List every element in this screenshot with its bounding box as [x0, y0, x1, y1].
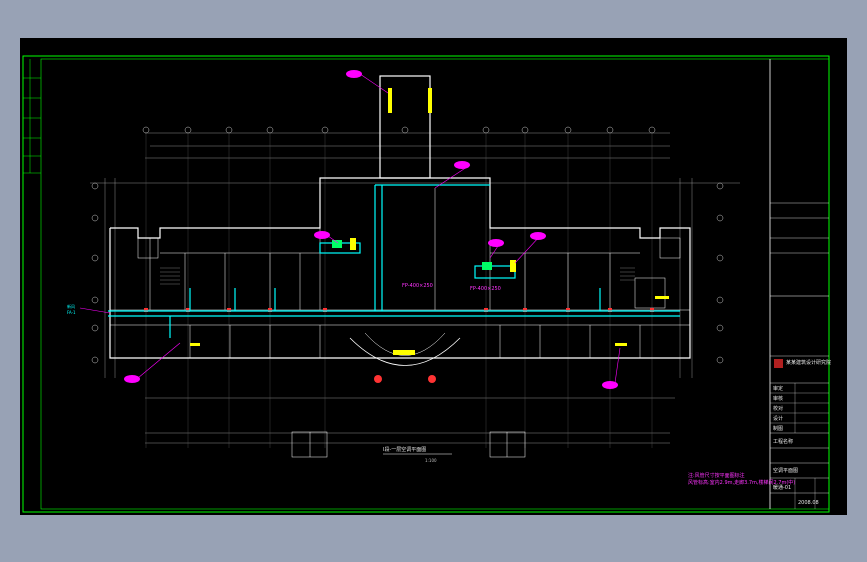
drawing-scale: 1:100: [425, 458, 437, 463]
stairs: [160, 267, 635, 285]
company-name: 某某建筑设计研究院: [786, 359, 831, 366]
drawing-title: Ⅰ段-一层空调平面图: [383, 446, 426, 453]
tb-row-3: 校对: [773, 405, 783, 412]
annotation-tags: [124, 70, 618, 389]
duct-size-label-2: FP-400×250: [470, 286, 501, 292]
drawing-title-stamp: Ⅰ段-一层空调平面图 1:100: [383, 446, 452, 463]
bottom-notes: 注:风管尺寸按平面图标注 风管标高:室内2.9m,走廊3.7m,楼梯间2.7m(…: [688, 472, 795, 486]
tb-row-1: 审定: [773, 385, 783, 392]
fresh-air-tag-2: FA-1: [67, 310, 76, 315]
cad-drawing: 某某建筑设计研究院 工程名称 空调平面图 暖通-01 2008.08 审定 审核…: [22, 55, 831, 513]
company-logo: [774, 359, 783, 368]
bottom-note-2: 风管标高:室内2.9m,走廊3.7m,楼梯间2.7m(中): [688, 479, 795, 486]
building-walls: [109, 75, 691, 366]
project-label: 工程名称: [773, 438, 793, 445]
tb-row-4: 设计: [773, 415, 783, 422]
grid-axes: [91, 126, 724, 364]
title-block: 某某建筑设计研究院 工程名称 空调平面图 暖通-01 2008.08 审定 审核…: [769, 59, 831, 509]
bottom-note-1: 注:风管尺寸按平面图标注: [688, 472, 745, 479]
columns: [144, 308, 654, 383]
sheet-title: 空调平面图: [773, 467, 798, 474]
drawing-date: 2008.08: [798, 500, 819, 506]
fresh-air-tag-1: 新风: [67, 303, 75, 309]
fresh-air-tags: 新风 FA-1: [67, 303, 76, 315]
entrance-bays: [291, 431, 526, 458]
tb-row-2: 审核: [773, 395, 783, 402]
ductwork: [108, 184, 680, 338]
grid-lines: [145, 133, 653, 448]
tb-row-5: 制图: [773, 425, 783, 432]
duct-size-label-1: FP-400×250: [402, 283, 433, 289]
drawing-canvas: 某某建筑设计研究院 工程名称 空调平面图 暖通-01 2008.08 审定 审核…: [20, 38, 847, 515]
